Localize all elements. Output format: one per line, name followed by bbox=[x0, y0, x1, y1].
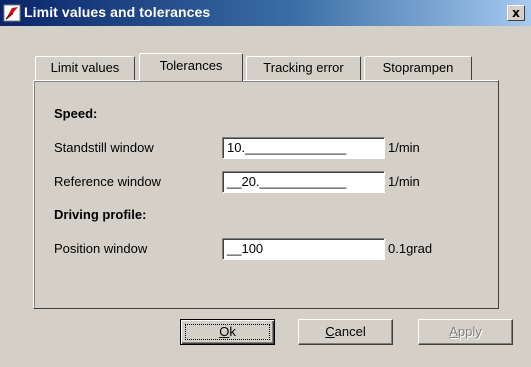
standstill-window-label: Standstill window bbox=[54, 140, 154, 155]
tab-panel-tolerances: Speed: Standstill window 10.____________… bbox=[33, 80, 499, 309]
close-icon: x bbox=[512, 6, 520, 20]
position-window-input[interactable]: __100 bbox=[222, 238, 385, 260]
title-bar[interactable]: Limit values and tolerances x bbox=[0, 0, 531, 26]
window-title: Limit values and tolerances bbox=[24, 4, 211, 20]
ok-button[interactable]: Ok bbox=[180, 319, 275, 345]
reference-window-input[interactable]: __20.____________ bbox=[222, 171, 385, 193]
standstill-window-input[interactable]: 10.______________ bbox=[222, 137, 385, 159]
cancel-button[interactable]: Cancel bbox=[298, 319, 393, 345]
section-heading-driving-profile: Driving profile: bbox=[54, 207, 147, 222]
ok-button-label: Ok bbox=[219, 324, 236, 339]
apply-button[interactable]: Apply bbox=[418, 319, 513, 345]
position-window-label: Position window bbox=[54, 241, 148, 256]
cancel-button-label: Cancel bbox=[325, 324, 366, 339]
tab-label: Limit values bbox=[50, 60, 120, 75]
position-window-unit: 0.1grad bbox=[388, 241, 433, 256]
app-icon bbox=[3, 4, 21, 22]
close-button[interactable]: x bbox=[507, 5, 525, 21]
reference-window-unit: 1/min bbox=[388, 174, 420, 189]
section-heading-speed: Speed: bbox=[54, 106, 98, 121]
tab-label: Tolerances bbox=[159, 58, 223, 73]
dialog-window: Limit values and tolerances x Limit valu… bbox=[0, 0, 531, 367]
tab-label: Stoprampen bbox=[382, 60, 454, 75]
tab-label: Tracking error bbox=[263, 60, 344, 75]
tab-tracking-error[interactable]: Tracking error bbox=[246, 56, 361, 80]
reference-window-label: Reference window bbox=[54, 174, 161, 189]
tab-tolerances[interactable]: Tolerances bbox=[139, 53, 243, 81]
tab-stoprampen[interactable]: Stoprampen bbox=[364, 56, 472, 80]
tab-limit-values[interactable]: Limit values bbox=[35, 56, 135, 80]
apply-button-label: Apply bbox=[449, 324, 482, 339]
standstill-window-unit: 1/min bbox=[388, 140, 420, 155]
